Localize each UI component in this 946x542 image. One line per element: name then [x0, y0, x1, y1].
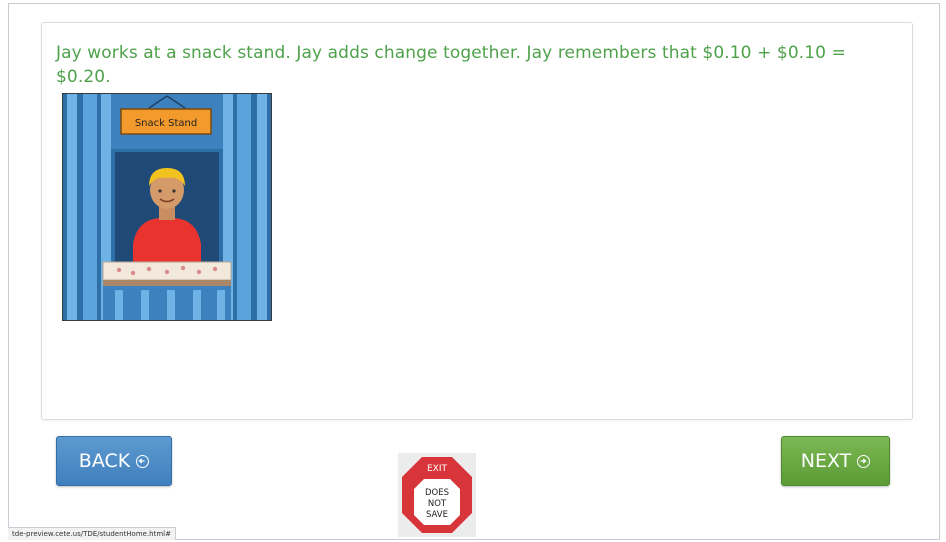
exit-label: EXIT — [426, 464, 447, 474]
back-button-label: BACK — [78, 450, 131, 472]
next-button[interactable]: NEXT — [781, 436, 890, 486]
question-card: Jay works at a snack stand. Jay adds cha… — [41, 22, 913, 420]
circle-arrow-left-icon — [136, 454, 150, 468]
exit-warning-line-3: SAVE — [425, 510, 448, 520]
exit-warning-line-2: NOT — [427, 499, 447, 509]
question-text: Jay works at a snack stand. Jay adds cha… — [56, 43, 846, 87]
exit-button[interactable]: EXIT DOES NOT SAVE — [398, 453, 476, 537]
circle-arrow-right-icon — [857, 454, 871, 468]
next-button-label: NEXT — [800, 450, 852, 472]
exit-warning: DOES NOT SAVE — [417, 488, 457, 521]
back-button[interactable]: BACK — [56, 436, 172, 486]
status-bar-url: tde-preview.cete.us/TDE/studentHome.html… — [8, 527, 176, 540]
snack-stand-illustration: Snack Stand — [62, 93, 272, 321]
exit-warning-line-1: DOES — [424, 488, 449, 498]
snack-stand-sign: Snack Stand — [135, 118, 197, 129]
